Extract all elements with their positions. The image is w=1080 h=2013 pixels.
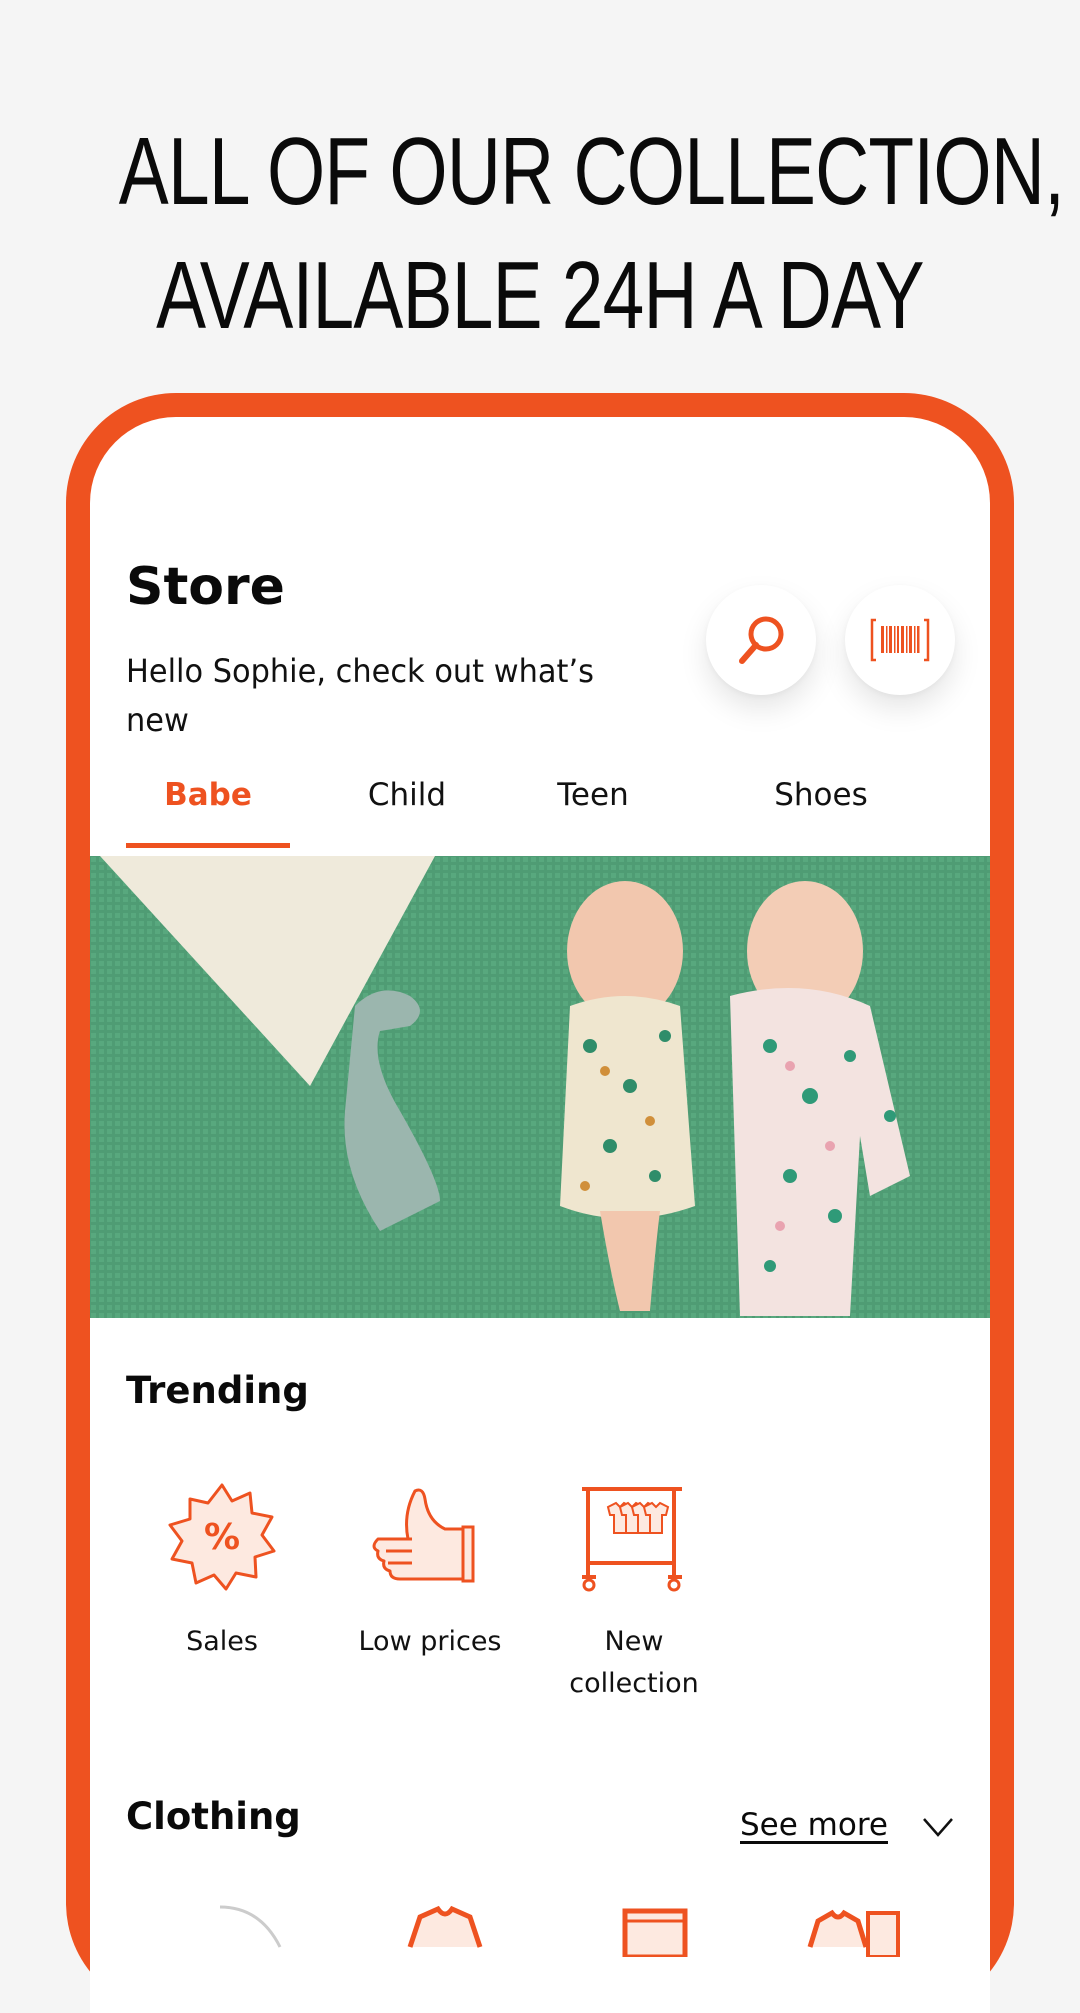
chevron-down-icon[interactable] xyxy=(920,1815,956,1839)
percent-badge-icon: % xyxy=(165,1480,279,1594)
clothing-rack-icon xyxy=(582,1487,682,1592)
tab-shoes[interactable]: Shoes xyxy=(726,767,916,847)
phone-frame: Store Hello Sophie, check out what’s new xyxy=(66,393,1014,2013)
search-button[interactable] xyxy=(706,585,816,695)
promo-headline: ALL OF OUR COLLECTION, AVAILABLE 24H A D… xyxy=(118,110,1065,358)
trending-label-low-prices: Low prices xyxy=(358,1626,502,1657)
trending-title: Trending xyxy=(126,1369,309,1412)
see-more-link[interactable]: See more xyxy=(740,1807,888,1843)
tab-child[interactable]: Child xyxy=(322,767,492,847)
trending-item-new-collection[interactable]: New collection xyxy=(544,1477,724,1705)
search-icon xyxy=(739,616,784,664)
trending-item-low-prices[interactable]: Low prices xyxy=(340,1477,520,1663)
trending-label-sales: Sales xyxy=(186,1626,258,1657)
tab-babe[interactable]: Babe xyxy=(126,767,290,847)
category-tabs: Babe Child Teen Shoes xyxy=(126,767,990,848)
active-tab-indicator xyxy=(126,843,290,848)
sweater-icon[interactable] xyxy=(390,1897,500,1957)
barcode-scan-button[interactable] xyxy=(845,585,955,695)
outfit-set-icon[interactable] xyxy=(800,1897,910,1957)
clothing-title: Clothing xyxy=(126,1795,301,1838)
bodysuit-icon[interactable] xyxy=(180,1897,290,1957)
trending-label-new-collection: New collection xyxy=(569,1626,699,1699)
thumbs-up-icon xyxy=(372,1488,475,1583)
hero-illustration xyxy=(90,856,990,1318)
promo-headline-line2: AVAILABLE 24H A DAY xyxy=(156,242,924,349)
app-screen: Store Hello Sophie, check out what’s new xyxy=(90,417,990,2013)
hero-banner-image[interactable] xyxy=(90,856,990,1318)
svg-text:%: % xyxy=(204,1517,240,1558)
barcode-scan-icon xyxy=(870,618,930,662)
greeting-text: Hello Sophie, check out what’s new xyxy=(126,652,594,739)
shorts-icon[interactable] xyxy=(600,1897,710,1957)
page-title: Store xyxy=(126,557,285,617)
trending-item-sales[interactable]: % Sales xyxy=(132,1477,312,1663)
tab-teen[interactable]: Teen xyxy=(508,767,678,847)
promo-headline-line1: ALL OF OUR COLLECTION, xyxy=(118,118,1065,225)
